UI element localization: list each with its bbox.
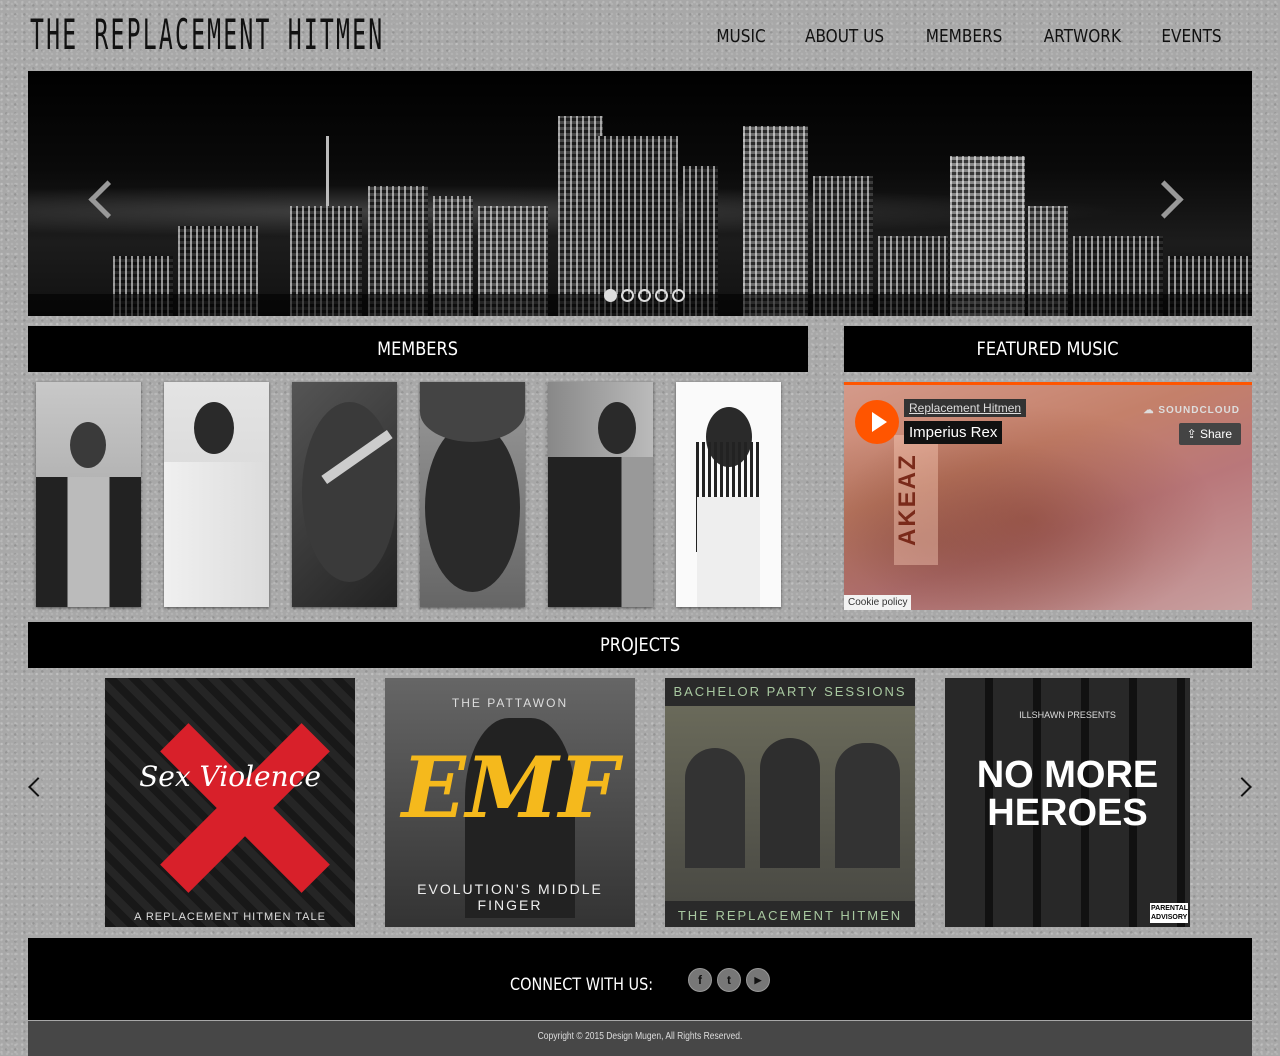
artwork-sign-text: AKEAZ [894, 435, 938, 565]
copyright-bar: Copyright © 2015 Design Mugen, All Right… [28, 1021, 1252, 1056]
project-title: EMF [401, 738, 619, 837]
play-icon[interactable] [855, 400, 899, 444]
project-subtitle: A REPLACEMENT HITMEN TALE [134, 911, 326, 923]
project-top-text: BACHELOR PARTY SESSIONS [673, 684, 907, 699]
project-title: NO MORE HEROES [976, 754, 1159, 834]
slider-dot[interactable] [621, 289, 634, 302]
nav-music[interactable]: MUSIC [716, 26, 765, 47]
project-cover[interactable]: THE PATTAWON EMF EVOLUTION'S MIDDLE FING… [385, 678, 635, 927]
members-heading: MEMBERS [377, 338, 459, 360]
slider-dot[interactable] [604, 289, 617, 302]
city-skyline-image [28, 71, 1252, 316]
nav-members[interactable]: MEMBERS [926, 26, 1003, 47]
site-logo[interactable]: THE REPLACEMENT HITMEN [30, 8, 382, 62]
nav-events[interactable]: EVENTS [1161, 26, 1221, 47]
share-button[interactable]: ⇪ Share [1178, 423, 1241, 445]
artist-link[interactable]: Replacement Hitmen [904, 399, 1027, 417]
soundcloud-player[interactable]: AKEAZ Replacement Hitmen Imperius Rex ☁ … [844, 382, 1252, 610]
facebook-icon[interactable]: f [688, 968, 712, 992]
projects-heading: PROJECTS [599, 634, 681, 656]
project-title: Sex Violence [139, 760, 321, 793]
share-label: Share [1199, 427, 1232, 441]
track-title[interactable]: Imperius Rex [904, 421, 1003, 444]
member-photo[interactable] [164, 382, 269, 607]
project-cover[interactable]: BACHELOR PARTY SESSIONS THE REPLACEMENT … [665, 678, 915, 927]
copyright-text: Copyright © 2015 Design Mugen, All Right… [537, 1031, 743, 1042]
slider-pagination [604, 289, 685, 302]
project-top-text: THE PATTAWON [451, 696, 569, 710]
footer: CONNECT WITH US: f t ▶ [28, 938, 1252, 1020]
slider-dot[interactable] [638, 289, 651, 302]
member-photo[interactable] [548, 382, 653, 607]
member-photo[interactable] [420, 382, 525, 607]
twitter-icon[interactable]: t [717, 968, 741, 992]
nav-about-us[interactable]: ABOUT US [805, 26, 884, 47]
main-nav: MUSIC ABOUT US MEMBERS ARTWORK EVENTS [712, 26, 1227, 47]
slider-dot[interactable] [655, 289, 668, 302]
nav-artwork[interactable]: ARTWORK [1044, 26, 1121, 47]
hero-slider [28, 71, 1252, 316]
project-cover[interactable]: Sex Violence A REPLACEMENT HITMEN TALE [105, 678, 355, 927]
project-cover[interactable]: ILLSHAWN PRESENTS NO MORE HEROES PARENTA… [945, 678, 1190, 927]
members-heading-bar: MEMBERS [28, 326, 808, 372]
connect-label: CONNECT WITH US: [510, 975, 654, 995]
parental-advisory-label: PARENTAL ADVISORY [1150, 903, 1189, 923]
featured-music-heading-bar: FEATURED MUSIC [844, 326, 1252, 372]
projects-prev-icon[interactable] [28, 777, 48, 797]
projects-next-icon[interactable] [1232, 777, 1252, 797]
projects-heading-bar: PROJECTS [28, 622, 1252, 668]
soundcloud-brand: SOUNDCLOUD [1158, 405, 1240, 416]
member-photo[interactable] [36, 382, 141, 607]
share-icon: ⇪ [1186, 427, 1200, 441]
soundcloud-logo[interactable]: ☁ SOUNDCLOUD [1144, 405, 1240, 416]
project-top-text: ILLSHAWN PRESENTS [1019, 710, 1116, 720]
featured-music-heading: FEATURED MUSIC [976, 338, 1120, 360]
member-photo[interactable] [676, 382, 781, 607]
member-photo[interactable] [292, 382, 397, 607]
youtube-icon[interactable]: ▶ [746, 968, 770, 992]
cookie-policy-link[interactable]: Cookie policy [844, 595, 912, 610]
project-subtitle: THE REPLACEMENT HITMEN [677, 908, 903, 923]
project-subtitle: EVOLUTION'S MIDDLE FINGER [417, 881, 603, 913]
slider-dot[interactable] [672, 289, 685, 302]
